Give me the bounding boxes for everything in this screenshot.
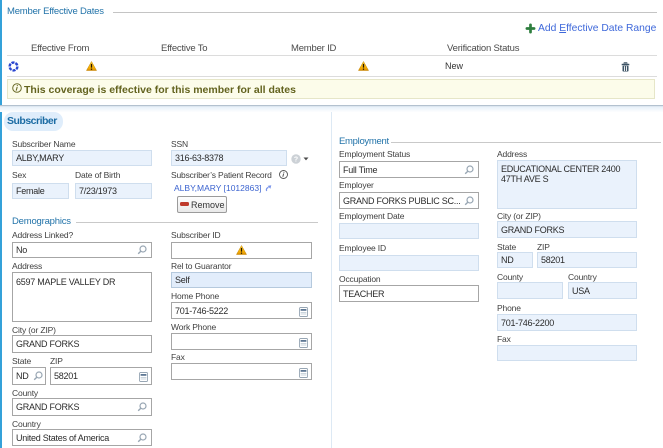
svg-text:?: ? [294, 157, 298, 164]
